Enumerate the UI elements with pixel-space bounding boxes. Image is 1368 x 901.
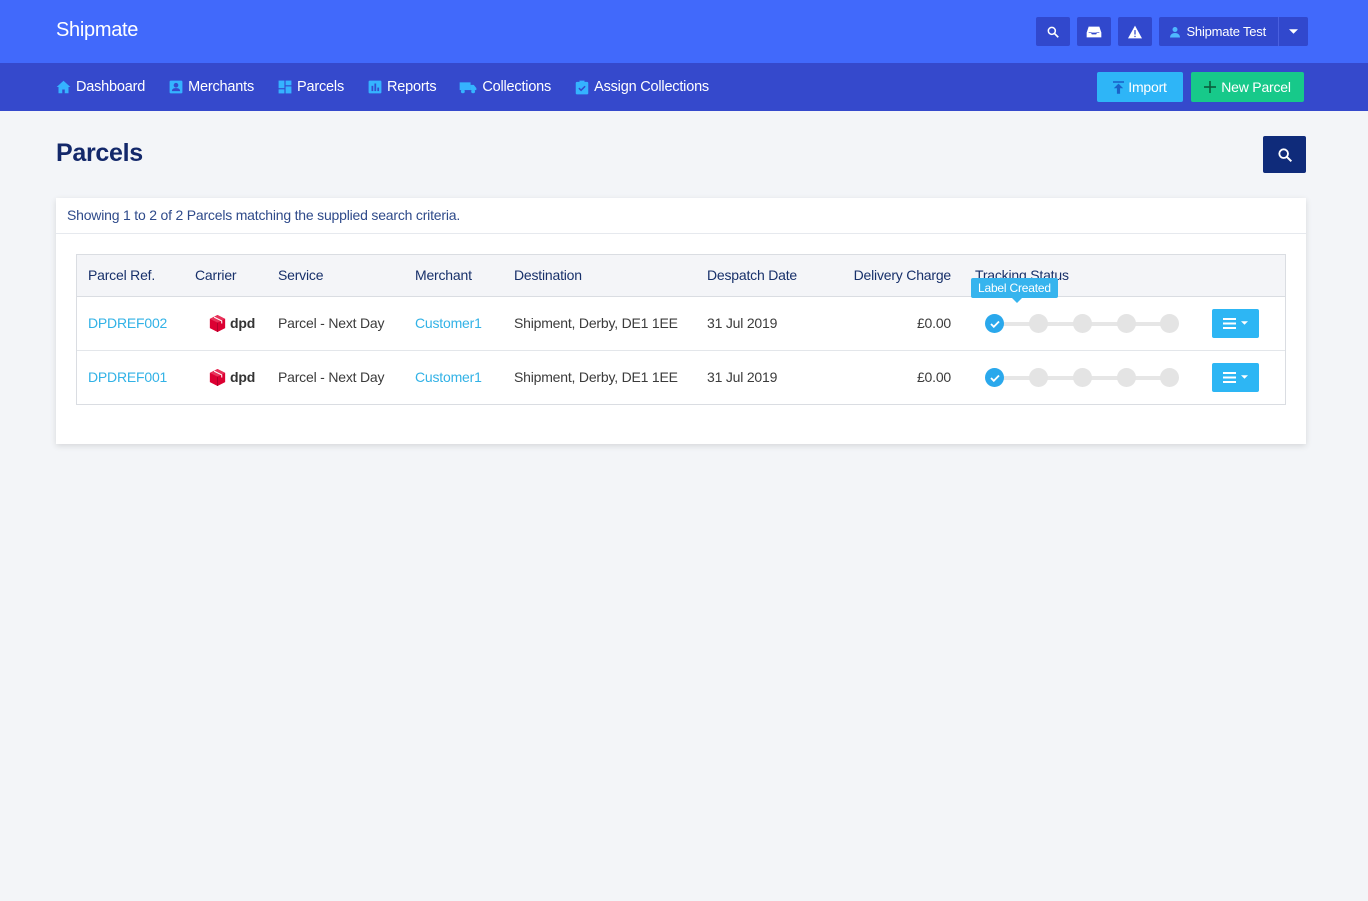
clipboard-check-icon	[574, 80, 589, 95]
table-header-row: Parcel Ref. Carrier Service Merchant Des…	[77, 255, 1285, 297]
nav-label: Reports	[387, 79, 437, 95]
user-dropdown-toggle[interactable]	[1278, 17, 1308, 46]
parcels-table: Parcel Ref. Carrier Service Merchant Des…	[77, 255, 1285, 404]
service-cell: Parcel - Next Day	[267, 296, 404, 351]
nav-item-parcels[interactable]: Parcels	[277, 79, 344, 95]
user-name: Shipmate Test	[1186, 24, 1266, 39]
truck-icon	[459, 80, 477, 95]
tracking-step-done[interactable]: Label Created	[971, 278, 1058, 333]
new-parcel-label: New Parcel	[1221, 79, 1291, 95]
results-summary: Showing 1 to 2 of 2 Parcels matching the…	[56, 198, 1306, 234]
nav-label: Collections	[482, 79, 552, 95]
tracking-step[interactable]	[1117, 314, 1136, 333]
merchant-link[interactable]: Customer1	[415, 315, 482, 331]
delivery-charge-cell: £0.00	[916, 369, 951, 386]
tracking-step[interactable]	[1029, 314, 1048, 333]
inbox-button[interactable]	[1077, 17, 1112, 46]
table-row: DPDREF001 dpd Parcel - Next Day Customer…	[77, 350, 1285, 404]
col-delivery-charge[interactable]: Delivery Charge	[814, 255, 951, 297]
nav-item-reports[interactable]: Reports	[367, 79, 437, 95]
menu-icon	[1223, 371, 1236, 383]
import-label: Import	[1128, 79, 1167, 95]
bar-chart-icon	[367, 80, 382, 95]
main-nav: Dashboard Merchants Parcels Reports Coll…	[0, 63, 1368, 111]
search-parcels-button[interactable]	[1263, 136, 1306, 173]
check-icon	[989, 374, 1000, 382]
nav-item-merchants[interactable]: Merchants	[168, 79, 254, 95]
table-row: DPDREF002 dpd Parcel - Next Day Customer…	[77, 278, 1285, 351]
nav-item-assign-collections[interactable]: Assign Collections	[574, 79, 709, 95]
user-button[interactable]: Shipmate Test	[1159, 17, 1278, 46]
user-icon	[1170, 26, 1181, 37]
row-actions-button[interactable]	[1212, 362, 1259, 392]
results-card: Showing 1 to 2 of 2 Parcels matching the…	[56, 198, 1306, 444]
page-title: Parcels	[56, 139, 143, 167]
caret-down-icon	[1241, 375, 1248, 379]
search-button[interactable]	[1036, 17, 1071, 46]
top-bar: Shipmate Shipmate Test	[0, 0, 1368, 63]
tracking-progress: Label Created	[971, 278, 1179, 333]
parcel-ref-link[interactable]: DPDREF002	[88, 315, 167, 331]
despatch-date-cell: 31 Jul 2019	[696, 296, 814, 351]
tracking-step[interactable]	[1073, 314, 1092, 333]
tracking-step[interactable]	[1073, 368, 1092, 388]
import-button[interactable]: Import	[1097, 72, 1183, 102]
nav-actions: Import New Parcel	[1097, 72, 1304, 102]
caret-down-icon	[1241, 321, 1248, 325]
home-icon	[56, 80, 71, 95]
nav-item-dashboard[interactable]: Dashboard	[56, 79, 145, 95]
col-actions	[1201, 255, 1285, 297]
tracking-step[interactable]	[1160, 368, 1179, 388]
col-destination[interactable]: Destination	[503, 255, 696, 297]
tracking-step-done[interactable]	[985, 368, 1004, 388]
col-service[interactable]: Service	[267, 255, 404, 297]
menu-icon	[1223, 317, 1236, 329]
tracking-step[interactable]	[1160, 314, 1179, 333]
carrier-logo: dpd	[195, 314, 267, 333]
despatch-date-cell: 31 Jul 2019	[707, 369, 778, 386]
check-icon	[989, 320, 1000, 328]
tracking-step[interactable]	[1117, 368, 1136, 388]
tracking-step[interactable]	[1029, 368, 1048, 388]
new-parcel-button[interactable]: New Parcel	[1191, 72, 1304, 102]
parcel-ref-link[interactable]: DPDREF001	[88, 369, 167, 385]
dpd-cube-icon	[209, 314, 226, 332]
search-icon	[1048, 26, 1060, 38]
carrier-name: dpd	[230, 369, 256, 386]
col-parcel-ref[interactable]: Parcel Ref.	[77, 255, 184, 297]
dashboard-grid-icon	[277, 80, 292, 95]
plus-icon	[1204, 81, 1217, 93]
nav-label: Dashboard	[76, 79, 146, 95]
parcels-table-wrapper: Parcel Ref. Carrier Service Merchant Des…	[76, 254, 1286, 405]
col-carrier[interactable]: Carrier	[184, 255, 267, 297]
caret-down-icon	[1289, 29, 1298, 34]
nav-item-collections[interactable]: Collections	[459, 79, 551, 95]
col-merchant[interactable]: Merchant	[404, 255, 503, 297]
carrier-logo: dpd	[195, 368, 267, 387]
col-despatch-date[interactable]: Despatch Date	[696, 255, 814, 297]
service-cell: Parcel - Next Day	[278, 369, 385, 386]
destination-cell: Shipment, Derby, DE1 1EE	[503, 296, 696, 351]
nav-label: Parcels	[297, 79, 344, 95]
dpd-cube-icon	[209, 368, 226, 386]
app-logo[interactable]: Shipmate	[56, 19, 138, 42]
destination-cell: Shipment, Derby, DE1 1EE	[514, 369, 678, 386]
alerts-button[interactable]	[1118, 17, 1153, 46]
tracking-progress	[985, 367, 1179, 388]
carrier-name: dpd	[230, 315, 256, 331]
delivery-charge-cell: £0.00	[814, 296, 951, 351]
inbox-icon	[1087, 26, 1102, 37]
row-actions-button[interactable]	[1212, 308, 1259, 338]
user-menu: Shipmate Test	[1159, 17, 1308, 46]
upload-icon	[1113, 80, 1125, 94]
nav-label: Assign Collections	[594, 79, 709, 95]
tracking-tooltip: Label Created	[971, 278, 1058, 303]
warning-icon	[1128, 25, 1143, 38]
contact-card-icon	[168, 80, 183, 95]
nav-label: Merchants	[188, 79, 255, 95]
merchant-link[interactable]: Customer1	[415, 369, 482, 385]
search-icon	[1277, 147, 1292, 162]
top-actions: Shipmate Test	[1036, 17, 1308, 46]
